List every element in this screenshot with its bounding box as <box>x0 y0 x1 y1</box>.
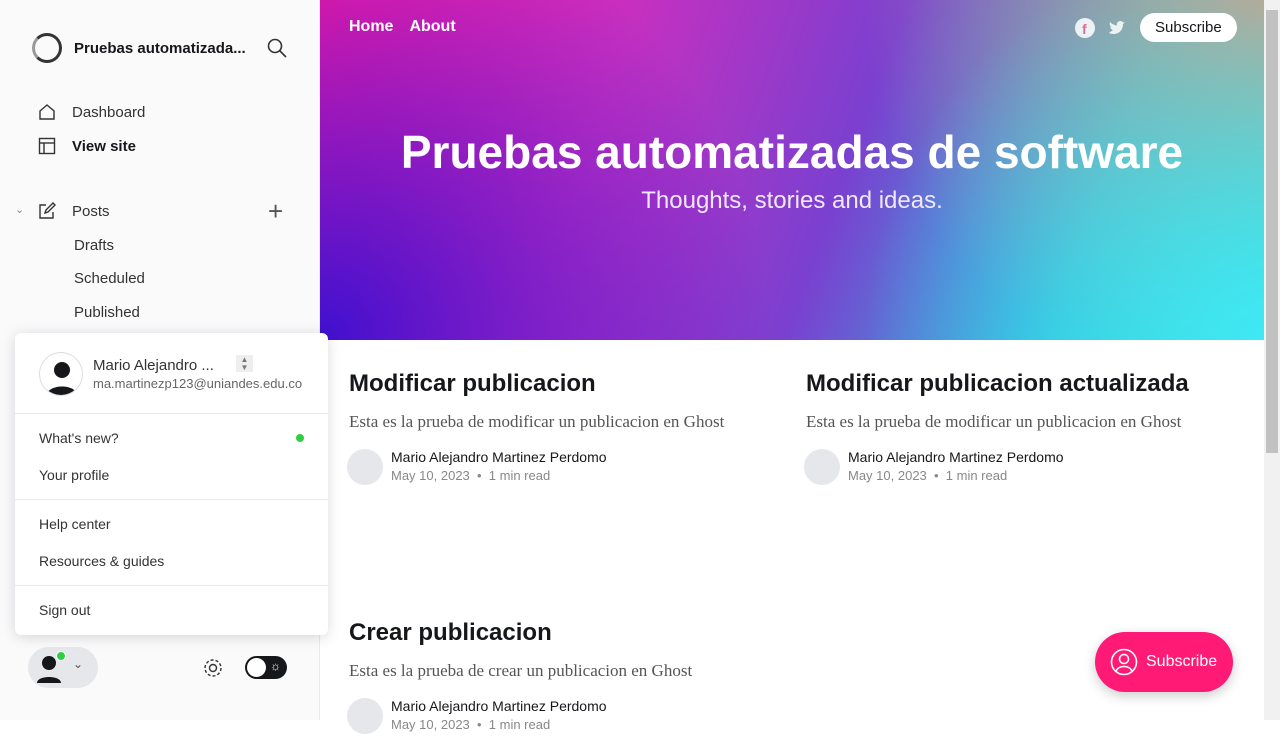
read-time: 1 min read <box>488 468 551 483</box>
site-hero: Home About f Subscribe Pruebas automatiz… <box>320 0 1264 340</box>
post-title[interactable]: Crear publicacion <box>349 619 769 647</box>
facebook-icon[interactable]: f <box>1075 18 1095 38</box>
gear-icon[interactable] <box>202 657 224 679</box>
sidebar-item-label: Posts <box>72 202 110 220</box>
post-excerpt: Esta es la prueba de crear un publicacio… <box>349 661 693 680</box>
sidebar-item-published[interactable]: Published <box>74 304 140 321</box>
menu-sign-out[interactable]: Sign out <box>39 602 90 618</box>
user-email: ma.martinezp123@uniandes.edu.co <box>93 376 303 391</box>
author-name[interactable]: Mario Alejandro Martinez Perdomo <box>391 449 607 465</box>
post-date: May 10, 2023 <box>391 468 470 483</box>
author-avatar[interactable] <box>347 698 383 734</box>
site-title-heading: Pruebas automatizadas de software <box>400 126 1184 178</box>
post-title[interactable]: Modificar publicacion actualizada <box>806 370 1226 398</box>
notification-dot <box>296 434 304 442</box>
post-card[interactable]: Modificar publicacion Esta es la prueba … <box>347 370 769 489</box>
scrollbar[interactable] <box>1264 0 1280 720</box>
edit-icon <box>39 202 56 219</box>
sidebar-item-posts[interactable]: Posts <box>38 202 110 220</box>
sidebar-item-drafts[interactable]: Drafts <box>74 237 114 254</box>
menu-resources-guides[interactable]: Resources & guides <box>39 553 164 569</box>
site-description: Thoughts, stories and ideas. <box>641 187 943 214</box>
author-name[interactable]: Mario Alejandro Martinez Perdomo <box>848 449 1064 465</box>
post-card[interactable]: Crear publicacion Esta es la prueba de c… <box>347 619 769 738</box>
scrollbar-thumb[interactable] <box>1266 10 1278 453</box>
menu-whats-new[interactable]: What's new? <box>39 430 119 446</box>
new-post-plus-icon[interactable]: + <box>268 198 283 224</box>
user-circle-icon <box>1110 648 1138 676</box>
menu-help-center[interactable]: Help center <box>39 516 111 532</box>
portal-subscribe-label: Subscribe <box>1146 653 1218 670</box>
user-dropdown-menu: Mario Alejandro ... ▲ ▼ ma.martinezp123@u… <box>15 333 328 635</box>
post-date: May 10, 2023 <box>848 468 927 483</box>
sidebar-item-label: Dashboard <box>72 103 146 121</box>
user-menu-button[interactable]: ⌄ <box>28 647 98 688</box>
subscribe-button[interactable]: Subscribe <box>1140 13 1237 42</box>
chevron-down-icon[interactable]: ⌄ <box>15 203 24 216</box>
post-card[interactable]: Modificar publicacion actualizada Esta e… <box>804 370 1226 489</box>
search-icon[interactable] <box>267 38 287 58</box>
sidebar-item-label: View site <box>72 137 136 155</box>
status-dot <box>56 651 66 661</box>
sidebar-item-view-site[interactable]: View site <box>38 137 136 155</box>
post-date: May 10, 2023 <box>391 717 470 732</box>
site-title: Pruebas automatizada... <box>74 39 246 57</box>
read-time: 1 min read <box>488 717 551 732</box>
menu-your-profile[interactable]: Your profile <box>39 467 109 483</box>
dark-mode-toggle[interactable]: ☼ <box>245 656 287 679</box>
author-name[interactable]: Mario Alejandro Martinez Perdomo <box>391 698 607 714</box>
read-time: 1 min read <box>945 468 1008 483</box>
sort-arrows-icon[interactable]: ▲ ▼ <box>236 355 253 372</box>
post-title[interactable]: Modificar publicacion <box>349 370 769 398</box>
portal-subscribe-button[interactable]: Subscribe <box>1095 632 1233 692</box>
post-excerpt: Esta es la prueba de modificar un public… <box>349 412 725 431</box>
author-avatar[interactable] <box>347 449 383 485</box>
home-icon <box>39 104 55 120</box>
site-brand[interactable]: Pruebas automatizada... <box>32 33 254 63</box>
post-excerpt: Esta es la prueba de modificar un public… <box>806 412 1182 431</box>
svg-text:f: f <box>1082 21 1087 37</box>
nav-home-link[interactable]: Home <box>349 18 393 36</box>
user-avatar <box>39 352 83 396</box>
sidebar-item-dashboard[interactable]: Dashboard <box>38 103 145 121</box>
twitter-icon[interactable] <box>1107 18 1127 38</box>
sidebar-item-scheduled[interactable]: Scheduled <box>74 270 145 287</box>
author-avatar[interactable] <box>804 449 840 485</box>
layout-icon <box>38 137 56 155</box>
user-name: Mario Alejandro ... <box>93 357 214 374</box>
sun-icon: ☼ <box>270 659 281 673</box>
chevron-down-icon: ⌄ <box>73 657 84 671</box>
nav-about-link[interactable]: About <box>409 18 455 36</box>
site-logo-icon <box>32 33 62 63</box>
